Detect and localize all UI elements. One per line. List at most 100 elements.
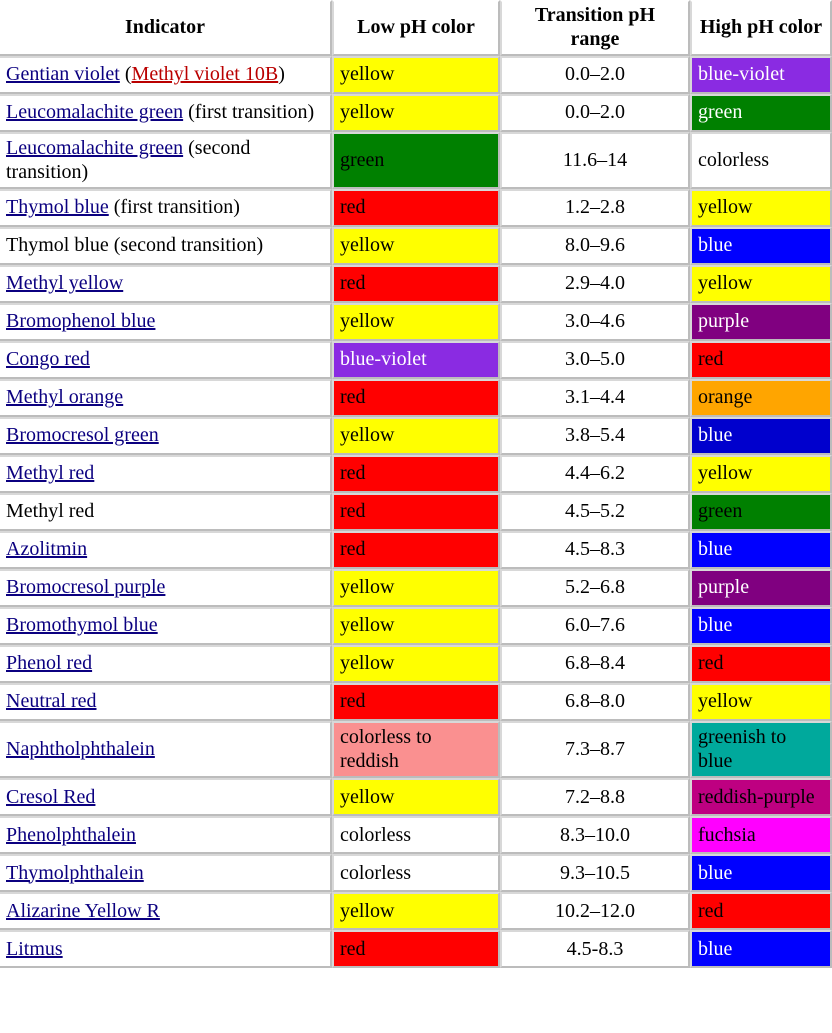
cell-low-ph-color: yellow <box>332 227 500 265</box>
indicator-link[interactable]: Gentian violet <box>6 63 120 85</box>
cell-transition-ph-range: 0.0–2.0 <box>500 56 690 94</box>
cell-indicator: Phenolphthalein <box>0 816 332 854</box>
cell-low-ph-color: red <box>332 930 500 968</box>
column-header-high-ph-color: High pH color <box>690 0 832 56</box>
cell-low-ph-color: red <box>332 189 500 227</box>
cell-transition-ph-range: 4.5-8.3 <box>500 930 690 968</box>
cell-low-ph-color: yellow <box>332 569 500 607</box>
cell-low-ph-color: blue-violet <box>332 341 500 379</box>
indicator-link[interactable]: Phenolphthalein <box>6 824 136 846</box>
cell-high-ph-color: green <box>690 493 832 531</box>
cell-high-ph-color: red <box>690 892 832 930</box>
table-row: Methyl redred4.4–6.2yellow <box>0 455 832 493</box>
cell-low-ph-color: yellow <box>332 778 500 816</box>
table-header: Indicator Low pH color Transition pH ran… <box>0 0 832 56</box>
indicator-link[interactable]: Neutral red <box>6 690 97 712</box>
table-row: Leucomalachite green (first transition)y… <box>0 94 832 132</box>
indicator-link[interactable]: Bromocresol purple <box>6 576 165 598</box>
table-row: Thymol blue (first transition)red1.2–2.8… <box>0 189 832 227</box>
cell-high-ph-color: red <box>690 341 832 379</box>
indicator-link[interactable]: Congo red <box>6 348 90 370</box>
indicator-name-text: Methyl red <box>6 500 94 522</box>
cell-low-ph-color: red <box>332 683 500 721</box>
indicator-suffix-text: ( <box>120 63 132 85</box>
indicator-link[interactable]: Azolitmin <box>6 538 87 560</box>
cell-indicator: Thymolphthalein <box>0 854 332 892</box>
cell-transition-ph-range: 11.6–14 <box>500 132 690 189</box>
cell-high-ph-color: blue <box>690 930 832 968</box>
cell-transition-ph-range: 7.3–8.7 <box>500 721 690 778</box>
cell-transition-ph-range: 3.0–5.0 <box>500 341 690 379</box>
cell-low-ph-color: yellow <box>332 892 500 930</box>
cell-indicator: Bromocresol purple <box>0 569 332 607</box>
cell-transition-ph-range: 6.0–7.6 <box>500 607 690 645</box>
indicator-link[interactable]: Phenol red <box>6 652 92 674</box>
cell-indicator: Methyl yellow <box>0 265 332 303</box>
indicator-link[interactable]: Cresol Red <box>6 786 95 808</box>
indicator-link[interactable]: Methyl yellow <box>6 272 123 294</box>
cell-low-ph-color: green <box>332 132 500 189</box>
cell-high-ph-color: yellow <box>690 455 832 493</box>
indicator-alt-name-link[interactable]: Methyl violet 10B <box>132 63 279 85</box>
cell-transition-ph-range: 4.5–5.2 <box>500 493 690 531</box>
cell-indicator: Azolitmin <box>0 531 332 569</box>
cell-transition-ph-range: 6.8–8.4 <box>500 645 690 683</box>
cell-low-ph-color: colorless to reddish <box>332 721 500 778</box>
cell-high-ph-color: blue <box>690 607 832 645</box>
cell-indicator: Thymol blue (first transition) <box>0 189 332 227</box>
cell-indicator: Congo red <box>0 341 332 379</box>
column-header-transition-ph-range: Transition pH range <box>500 0 690 56</box>
indicator-link[interactable]: Methyl red <box>6 462 94 484</box>
cell-indicator: Cresol Red <box>0 778 332 816</box>
indicator-name-text: Thymol blue (second transition) <box>6 234 263 256</box>
indicator-suffix-text: (first transition) <box>109 196 240 218</box>
table-row: Thymolphthaleincolorless9.3–10.5blue <box>0 854 832 892</box>
cell-low-ph-color: colorless <box>332 854 500 892</box>
table-row: Methyl yellowred2.9–4.0yellow <box>0 265 832 303</box>
indicator-link[interactable]: Leucomalachite green <box>6 101 183 123</box>
table-row: Litmus red4.5-8.3blue <box>0 930 832 968</box>
cell-indicator: Thymol blue (second transition) <box>0 227 332 265</box>
indicator-link[interactable]: Thymolphthalein <box>6 862 144 884</box>
cell-low-ph-color: yellow <box>332 303 500 341</box>
cell-transition-ph-range: 10.2–12.0 <box>500 892 690 930</box>
cell-indicator: Methyl orange <box>0 379 332 417</box>
cell-indicator: Leucomalachite green (first transition) <box>0 94 332 132</box>
indicator-link[interactable]: Leucomalachite green <box>6 137 183 159</box>
table-body: Gentian violet (Methyl violet 10B) yellow… <box>0 56 832 968</box>
indicator-link[interactable]: Naphtholphthalein <box>6 738 155 760</box>
cell-high-ph-color: fuchsia <box>690 816 832 854</box>
cell-transition-ph-range: 5.2–6.8 <box>500 569 690 607</box>
indicator-link[interactable]: Bromothymol blue <box>6 614 158 636</box>
cell-transition-ph-range: 1.2–2.8 <box>500 189 690 227</box>
cell-high-ph-color: colorless <box>690 132 832 189</box>
cell-high-ph-color: green <box>690 94 832 132</box>
table-row: Bromocresol greenyellow3.8–5.4blue <box>0 417 832 455</box>
indicator-link[interactable]: Methyl orange <box>6 386 123 408</box>
cell-indicator: Methyl red <box>0 493 332 531</box>
indicator-link[interactable]: Alizarine Yellow R <box>6 900 160 922</box>
cell-transition-ph-range: 3.8–5.4 <box>500 417 690 455</box>
indicator-link[interactable]: Bromophenol blue <box>6 310 155 332</box>
cell-transition-ph-range: 0.0–2.0 <box>500 94 690 132</box>
cell-low-ph-color: yellow <box>332 417 500 455</box>
cell-low-ph-color: red <box>332 455 500 493</box>
indicator-link[interactable]: Thymol blue <box>6 196 109 218</box>
cell-transition-ph-range: 6.8–8.0 <box>500 683 690 721</box>
cell-high-ph-color: blue <box>690 531 832 569</box>
cell-high-ph-color: purple <box>690 303 832 341</box>
table-row: Methyl orangered3.1–4.4orange <box>0 379 832 417</box>
indicator-link[interactable]: Bromocresol green <box>6 424 159 446</box>
cell-transition-ph-range: 2.9–4.0 <box>500 265 690 303</box>
table-row: Phenolphthaleincolorless8.3–10.0fuchsia <box>0 816 832 854</box>
indicator-suffix-text: ) <box>278 63 285 85</box>
indicator-link[interactable]: Litmus <box>6 938 63 960</box>
table-row: Thymol blue (second transition)yellow8.0… <box>0 227 832 265</box>
cell-high-ph-color: yellow <box>690 189 832 227</box>
cell-high-ph-color: blue-violet <box>690 56 832 94</box>
cell-high-ph-color: yellow <box>690 683 832 721</box>
cell-low-ph-color: yellow <box>332 607 500 645</box>
cell-transition-ph-range: 3.1–4.4 <box>500 379 690 417</box>
cell-indicator: Litmus <box>0 930 332 968</box>
indicator-suffix-text: (first transition) <box>183 101 314 123</box>
